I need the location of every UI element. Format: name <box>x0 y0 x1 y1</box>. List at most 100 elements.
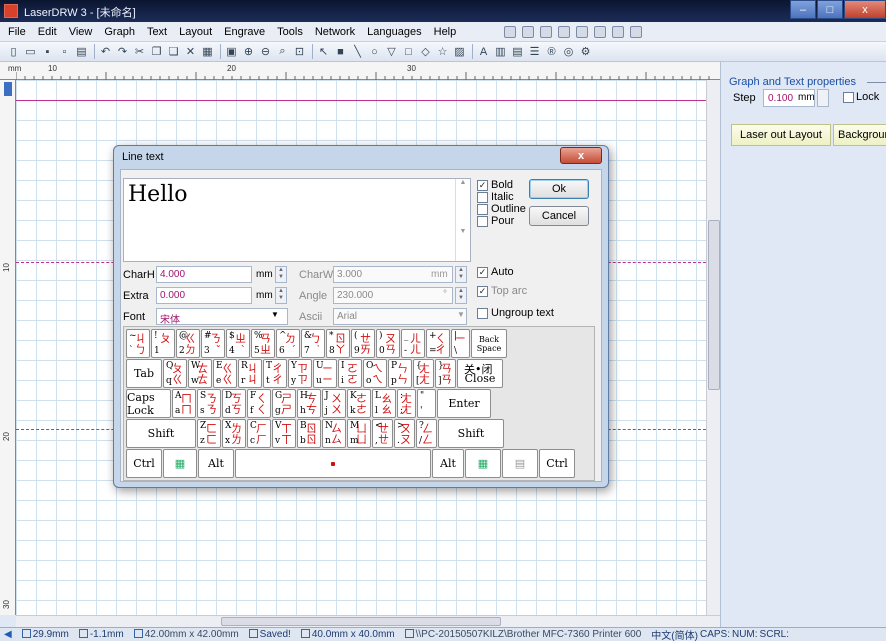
ellipse-icon[interactable]: ○ <box>367 44 382 59</box>
print-preview-icon[interactable]: ▫ <box>57 44 72 59</box>
open-folder-icon[interactable]: ▭ <box>23 44 38 59</box>
menu-network[interactable]: Network <box>315 26 355 38</box>
background-button[interactable]: Backgroun <box>833 124 886 146</box>
grid-icon[interactable] <box>594 26 606 38</box>
key-9[interactable]: (9 ㄝㄞ <box>351 329 375 358</box>
screen-icon[interactable] <box>612 26 624 38</box>
fill-icon[interactable]: ■ <box>333 44 348 59</box>
pour-checkbox[interactable] <box>477 215 488 227</box>
menu-edit[interactable]: Edit <box>38 26 57 38</box>
right-ctrl-key[interactable]: Ctrl <box>539 449 575 478</box>
diamond-icon[interactable]: ◇ <box>418 44 433 59</box>
maximize-button[interactable]: □ <box>817 0 843 19</box>
enter-key[interactable]: Enter <box>437 389 491 418</box>
run-icon[interactable] <box>540 26 552 38</box>
key-w[interactable]: Wwㄊㄊ <box>188 359 212 388</box>
angle-spinner[interactable]: ▲ ▼ <box>455 287 467 304</box>
top-arc-checkbox[interactable]: ✓ <box>477 285 488 297</box>
right-windows-key[interactable]: ▦ <box>465 449 501 478</box>
menu-file[interactable]: File <box>8 26 26 38</box>
barcode-icon[interactable]: ▥ <box>493 44 508 59</box>
left-ctrl-key[interactable]: Ctrl <box>126 449 162 478</box>
caps-lock-key[interactable]: Caps Lock <box>126 389 171 418</box>
right-shift-key[interactable]: Shift <box>438 419 504 448</box>
space-key[interactable] <box>235 449 431 478</box>
camera-icon[interactable] <box>630 26 642 38</box>
zoom-out-icon[interactable]: ⊖ <box>258 44 273 59</box>
key-l[interactable]: Llㄠㄠ <box>372 389 396 418</box>
ascii-dropdown-icon[interactable]: ▼ <box>457 310 465 319</box>
menu-languages[interactable]: Languages <box>367 26 421 38</box>
key-t[interactable]: Ttㄔㄔ <box>263 359 287 388</box>
menu-help[interactable]: Help <box>434 26 457 38</box>
scroll-left-icon[interactable]: ◀ <box>4 629 12 640</box>
key-1[interactable]: ! 1 ㄆ <box>151 329 175 358</box>
select-icon[interactable]: ↖ <box>316 44 331 59</box>
key-][interactable]: }] ㄢㄢ <box>435 359 456 388</box>
pause-icon[interactable] <box>558 26 570 38</box>
left-windows-key[interactable]: ▦ <box>163 449 197 478</box>
key-/[interactable]: ? / ㄥㄥ <box>416 419 437 448</box>
close-button[interactable]: x <box>844 0 886 19</box>
key-a[interactable]: Aaㄇㄇ <box>172 389 196 418</box>
key-k[interactable]: Kkㄜㄜ <box>347 389 371 418</box>
cut-icon[interactable]: ✂ <box>132 44 147 59</box>
outline-checkbox[interactable] <box>477 203 488 215</box>
text-input[interactable]: Hello <box>123 178 471 262</box>
charh-input[interactable]: 4.000 <box>156 266 252 283</box>
key-,[interactable]: <, ㄝㄝ <box>372 419 393 448</box>
key-y[interactable]: Yyㄗㄗ <box>288 359 312 388</box>
cancel-button[interactable]: Cancel <box>529 206 589 226</box>
left-alt-key[interactable]: Alt <box>198 449 234 478</box>
stop-icon[interactable] <box>576 26 588 38</box>
key-i[interactable]: Iiㄛㄛ <box>338 359 362 388</box>
italic-checkbox[interactable] <box>477 191 488 203</box>
minimize-button[interactable]: – <box>790 0 816 19</box>
properties-icon[interactable]: ▦ <box>200 44 215 59</box>
dialog-close-button[interactable]: x <box>560 147 602 164</box>
key-`[interactable]: ~ ` ㄐㄅ <box>126 329 150 358</box>
horizontal-scroll-thumb[interactable] <box>221 617 501 626</box>
laser-out-layout-button[interactable]: Laser out Layout <box>731 124 831 146</box>
step-spinner[interactable] <box>817 89 829 107</box>
horizontal-scrollbar[interactable] <box>16 615 720 627</box>
zoom-icon[interactable]: ⌕ <box>275 44 290 59</box>
key-8[interactable]: * 8 ㄖㄚ <box>326 329 350 358</box>
key-q[interactable]: Qqㄆㄍ <box>163 359 187 388</box>
key-n[interactable]: Nnㄙㄙ <box>322 419 346 448</box>
vertical-scroll-thumb[interactable] <box>708 220 720 390</box>
menu-view[interactable]: View <box>69 26 93 38</box>
copy-icon[interactable]: ❐ <box>149 44 164 59</box>
key-;[interactable]: :; ㄤㄤ <box>397 389 416 418</box>
key-6[interactable]: ^ 6 ㄉ ˊ <box>276 329 300 358</box>
key-u[interactable]: Uuㄧㄧ <box>313 359 337 388</box>
ascii-select[interactable]: Arial <box>333 308 467 325</box>
trademark-icon[interactable]: ® <box>544 44 559 59</box>
angle-input[interactable]: 230.000 <box>333 287 453 304</box>
key-d[interactable]: Ddㄎㄎ <box>222 389 246 418</box>
paste-icon[interactable]: ❏ <box>166 44 181 59</box>
bold-checkbox[interactable]: ✓ <box>477 179 488 191</box>
pattern-icon[interactable]: ⚙ <box>578 44 593 59</box>
seal-icon[interactable]: ◎ <box>561 44 576 59</box>
delete-icon[interactable]: ✕ <box>183 44 198 59</box>
text-icon[interactable]: A <box>476 44 491 59</box>
print-icon[interactable]: ▤ <box>74 44 89 59</box>
ungroup-text-checkbox[interactable] <box>477 307 488 319</box>
image-icon[interactable]: ▨ <box>452 44 467 59</box>
page-icon[interactable]: ▣ <box>224 44 239 59</box>
redo-icon[interactable]: ↷ <box>115 44 130 59</box>
text-scrollbar[interactable]: ▲ ▼ <box>455 179 470 261</box>
menu-engrave[interactable]: Engrave <box>224 26 265 38</box>
key-g[interactable]: Ggㄕㄕ <box>272 389 296 418</box>
key-2[interactable]: @2 ㄍㄉ <box>176 329 200 358</box>
key-e[interactable]: Eeㄍㄍ <box>213 359 237 388</box>
new-file-icon[interactable]: ▯ <box>6 44 21 59</box>
menu-key[interactable]: ▤ <box>502 449 538 478</box>
key-o[interactable]: Ooㄟㄟ <box>363 359 387 388</box>
key-.[interactable]: >. ㄡㄡ <box>394 419 415 448</box>
key-j[interactable]: Jjㄨㄨ <box>322 389 346 418</box>
charw-spinner[interactable]: ▲ ▼ <box>455 266 467 283</box>
key-=[interactable]: + = ㄑㄔ <box>426 329 450 358</box>
save-icon[interactable]: ▪ <box>40 44 55 59</box>
